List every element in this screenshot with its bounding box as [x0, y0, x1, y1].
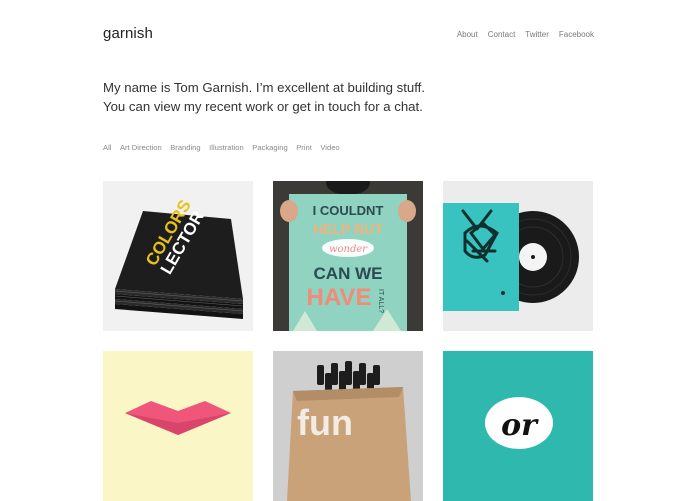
- portfolio-item-bottle-box[interactable]: fun: [273, 351, 423, 501]
- portfolio-item-teal-type[interactable]: or: [443, 351, 593, 501]
- filter-all[interactable]: All: [103, 143, 111, 152]
- category-filters: All Art Direction Branding Illustration …: [103, 143, 348, 152]
- poster-text-line4: CAN WE: [314, 264, 383, 283]
- intro-text: My name is Tom Garnish. I’m excellent at…: [103, 78, 425, 116]
- portfolio-item-vinyl[interactable]: [443, 181, 593, 331]
- vinyl-image: [443, 181, 593, 331]
- portfolio-item-colors-lector[interactable]: COLORS LECTOR: [103, 181, 253, 331]
- nav-contact-link[interactable]: Contact: [488, 30, 516, 39]
- filter-video[interactable]: Video: [320, 143, 339, 152]
- poster-text-line1: I COULDNT: [313, 203, 384, 218]
- site-logo[interactable]: garnish: [103, 25, 153, 42]
- poster-image: I COULDNT HELP BUT wonder CAN WE HAVE IT…: [273, 181, 423, 331]
- colors-lector-image: COLORS LECTOR: [103, 181, 253, 331]
- portfolio-item-lips[interactable]: [103, 351, 253, 501]
- nav-twitter-link[interactable]: Twitter: [525, 30, 549, 39]
- bottle-box-image: fun: [273, 351, 423, 501]
- lips-image: [103, 351, 253, 501]
- poster-text-line5: HAVE: [307, 284, 372, 311]
- filter-print[interactable]: Print: [296, 143, 312, 152]
- nav-facebook-link[interactable]: Facebook: [559, 30, 594, 39]
- portfolio-item-poster[interactable]: I COULDNT HELP BUT wonder CAN WE HAVE IT…: [273, 181, 423, 331]
- filter-illustration[interactable]: Illustration: [209, 143, 244, 152]
- intro-line-2: You can view my recent work or get in to…: [103, 99, 423, 114]
- filter-packaging[interactable]: Packaging: [252, 143, 287, 152]
- poster-text-line3: wonder: [329, 244, 368, 255]
- nav-about-link[interactable]: About: [457, 30, 478, 39]
- box-text: fun: [297, 402, 353, 443]
- teal-type-text: or: [501, 408, 539, 443]
- teal-type-image: or: [443, 351, 593, 501]
- filter-branding[interactable]: Branding: [170, 143, 200, 152]
- top-navigation: About Contact Twitter Facebook: [447, 30, 594, 39]
- filter-art-direction[interactable]: Art Direction: [120, 143, 162, 152]
- intro-line-1: My name is Tom Garnish. I’m excellent at…: [103, 80, 426, 95]
- poster-text-line2: HELP BUT: [313, 221, 383, 237]
- poster-text-line6: IT ALL?: [377, 289, 384, 313]
